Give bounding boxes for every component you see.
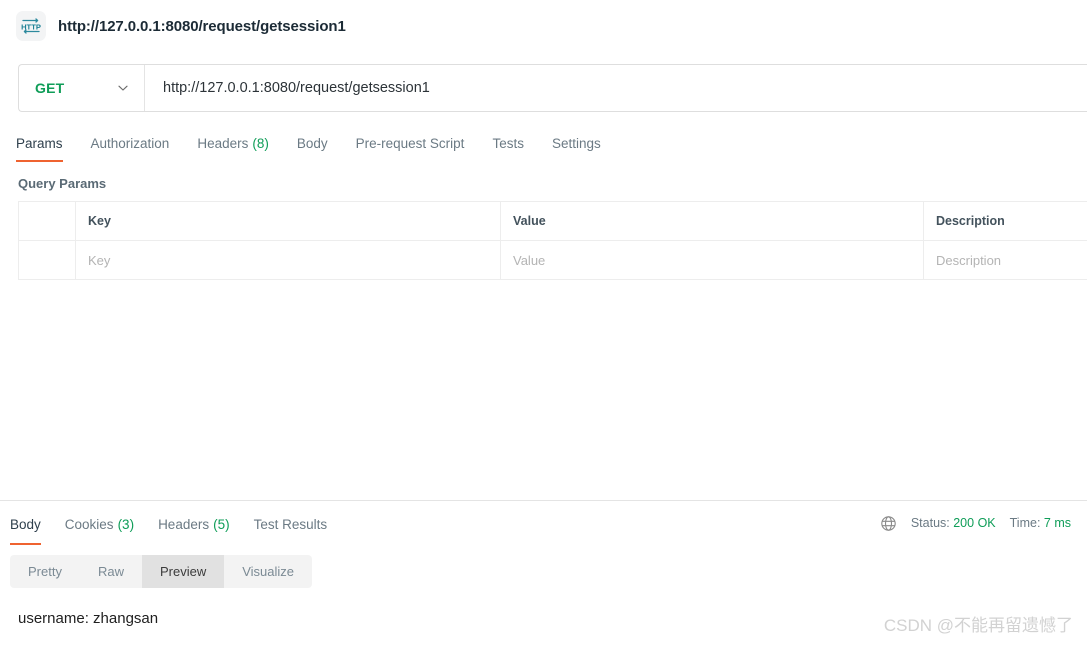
watermark: CSDN @不能再留遗憾了 [883,616,1073,635]
response-tab-headers-count: (5) [213,516,230,532]
tab-headers-label: Headers [197,135,249,151]
row-value-input[interactable]: Value [500,240,924,280]
status-value: 200 OK [953,516,996,530]
http-icon: HTTP [16,11,46,41]
column-header-check [18,201,76,241]
request-tabs: Params Authorization Headers (8) Body Pr… [0,120,1087,162]
time-badge[interactable]: Time: 7 ms [1010,516,1071,530]
tab-headers[interactable]: Headers (8) [183,124,283,162]
tab-settings-label: Settings [551,135,601,151]
table-row: Key Value Description [18,240,1087,280]
table-header-row: Key Value Description [18,201,1087,241]
row-key-input[interactable]: Key [75,240,501,280]
tab-body-label: Body [296,135,328,151]
url-bar: GET http://127.0.0.1:8080/request/getses… [18,64,1087,112]
status-label: Status: [910,516,950,530]
response-tab-cookies[interactable]: Cookies (3) [53,503,146,545]
response-meta: Status: 200 OK Time: 7 ms [880,515,1075,532]
tab-pre-request-script-label: Pre-request Script [355,135,465,151]
response-tab-cookies-count: (3) [117,516,135,532]
tab-tests-label: Tests [492,135,524,151]
tab-authorization[interactable]: Authorization [77,124,184,162]
query-params-label: Query Params [18,176,107,191]
response-tabs: Body Cookies (3) Headers (5) Test Result… [10,501,339,545]
view-mode-switcher: Pretty Raw Preview Visualize [10,555,313,588]
response-tab-cookies-label: Cookies [64,516,114,532]
time-value: 7 ms [1043,516,1071,530]
method-select[interactable]: GET [19,65,145,111]
response-tabs-row: Body Cookies (3) Headers (5) Test Result… [0,501,1087,545]
tab-params-label: Params [16,135,63,151]
method-label: GET [35,80,65,96]
chevron-down-icon [116,81,130,95]
tab-tests[interactable]: Tests [478,124,538,162]
response-tab-body-label: Body [10,516,41,532]
row-description-input[interactable]: Description [923,240,1087,280]
column-header-key: Key [75,201,501,241]
tab-settings[interactable]: Settings [538,124,615,162]
response-tab-headers[interactable]: Headers (5) [146,503,242,545]
svg-text:HTTP: HTTP [21,22,41,31]
view-mode-pretty[interactable]: Pretty [10,555,80,588]
url-bar-container: GET http://127.0.0.1:8080/request/getses… [0,52,1087,112]
tab-headers-count: (8) [252,135,269,151]
globe-icon [880,515,897,532]
view-mode-preview[interactable]: Preview [141,555,225,588]
tab-authorization-label: Authorization [90,135,170,151]
response-tab-test-results[interactable]: Test Results [242,503,340,545]
tab-pre-request-script[interactable]: Pre-request Script [342,124,479,162]
request-tab-header: HTTP http://127.0.0.1:8080/request/getse… [0,0,1087,52]
response-tab-test-results-label: Test Results [253,516,328,532]
column-header-value: Value [500,201,924,241]
tab-body[interactable]: Body [283,124,342,162]
response-tab-headers-label: Headers [158,516,210,532]
tab-params[interactable]: Params [16,124,77,162]
row-checkbox-cell[interactable] [18,240,76,280]
page-title: http://127.0.0.1:8080/request/getsession… [58,17,346,35]
column-header-description: Description [923,201,1087,241]
query-params-table: Key Value Description Key Value Descript… [18,201,1087,280]
response-tab-body[interactable]: Body [10,503,53,545]
url-input[interactable]: http://127.0.0.1:8080/request/getsession… [145,65,1087,111]
time-label: Time: [1009,516,1041,530]
view-mode-raw[interactable]: Raw [80,555,142,588]
view-mode-visualize[interactable]: Visualize [224,555,312,588]
status-badge[interactable]: Status: 200 OK [911,516,996,530]
